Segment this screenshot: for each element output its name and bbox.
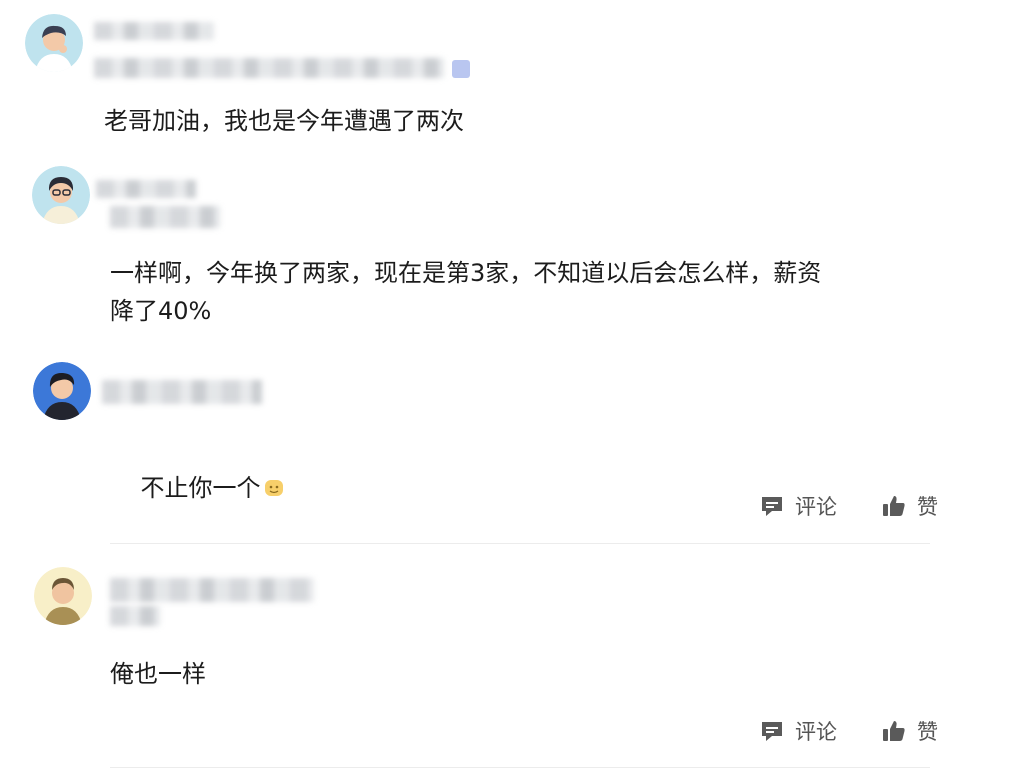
user-meta-blurred [110,206,220,228]
thumbs-up-icon [883,496,905,516]
comment-text: 老哥加油，我也是今年遭遇了两次 [104,107,464,135]
like-button[interactable]: 赞 [881,716,938,746]
avatar-man-beard-icon [34,567,92,625]
reply-label: 评论 [795,720,837,744]
comment-bubble-icon [762,722,782,741]
username-blurred [94,22,214,40]
comment-actions: 评论 赞 [759,491,938,521]
level-badge [452,60,470,78]
avatar-man-dark-hair-icon [33,362,91,420]
username-blurred [96,180,196,198]
thumbs-up-icon [883,721,905,741]
comment-text: 俺也一样 [110,660,206,688]
user-avatar[interactable] [25,14,83,72]
reply-button[interactable]: 评论 [759,491,837,521]
avatar-man-thinking-icon [25,14,83,72]
comment-divider [110,543,930,544]
comment-actions: 评论 赞 [759,716,938,746]
comment-text: 一样啊，今年换了两家，现在是第3家，不知道以后会怎么样，薪资 降了40% [110,259,822,325]
like-label: 赞 [917,495,938,519]
reply-label: 评论 [795,495,837,519]
comment-text-content: 不止你一个 [140,474,261,502]
user-avatar[interactable] [33,362,91,420]
user-avatar[interactable] [32,166,90,224]
comment-text: 不止你一个 [110,431,285,545]
user-avatar[interactable] [34,567,92,625]
comment-divider [110,767,930,768]
like-button[interactable]: 赞 [881,491,938,521]
username-blurred [110,578,314,602]
like-label: 赞 [917,720,938,744]
comment-bubble-icon [762,497,782,516]
avatar-man-glasses-icon [32,166,90,224]
username-blurred [102,380,262,404]
smiling-face-emoji-icon [264,480,283,496]
user-meta-blurred [110,606,160,626]
reply-button[interactable]: 评论 [759,716,837,746]
user-meta-blurred [94,58,444,78]
